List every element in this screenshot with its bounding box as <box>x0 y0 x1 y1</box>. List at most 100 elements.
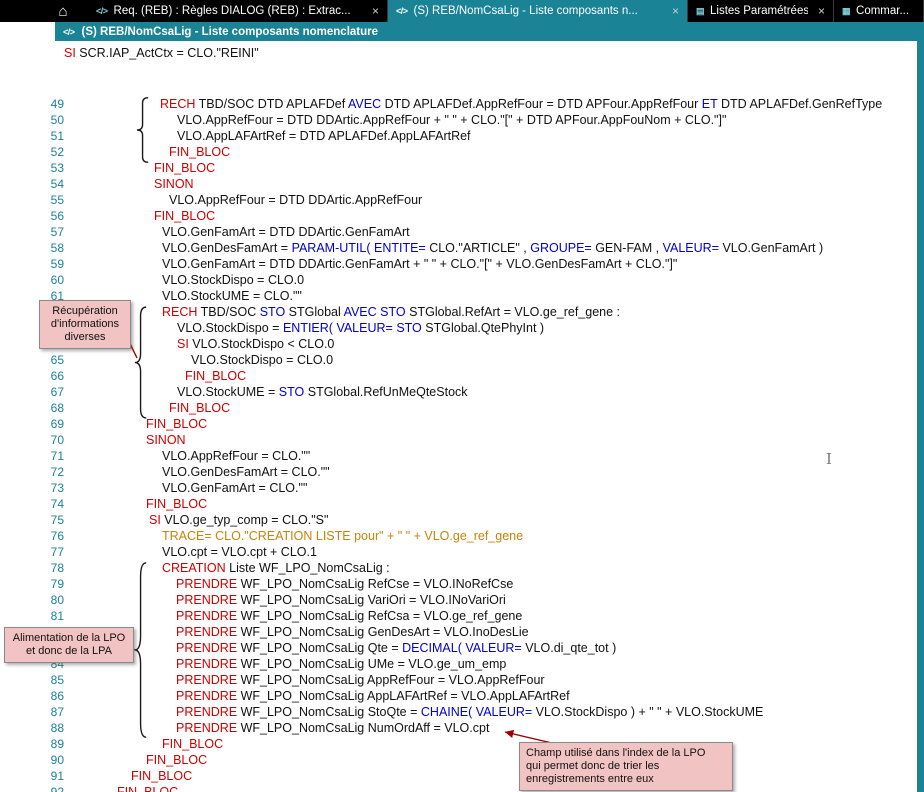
code-token: STO <box>396 321 421 335</box>
code-text[interactable]: PRENDRE WF_LPO_NomCsaLig AppLAFArtRef = … <box>76 688 917 704</box>
code-token: VLO.StockDispo = CLO.0 <box>191 353 333 367</box>
code-text[interactable]: PRENDRE WF_LPO_NomCsaLig UMe = VLO.ge_um… <box>76 656 917 672</box>
code-text[interactable]: PRENDRE WF_LPO_NomCsaLig NumOrdAff = VLO… <box>76 720 917 736</box>
code-text[interactable]: FIN_BLOC <box>76 416 917 432</box>
code-text[interactable]: SI VLO.StockDispo < CLO.0 <box>76 336 917 352</box>
code-text[interactable]: PRENDRE WF_LPO_NomCsaLig RefCse = VLO.IN… <box>76 576 917 592</box>
code-text[interactable]: VLO.GenDesFamArt = CLO."" <box>76 464 917 480</box>
code-text[interactable]: FIN_BLOC <box>76 208 917 224</box>
code-token: DTD APLAFDef.GenRefType <box>718 97 883 111</box>
line-number: 87 <box>0 704 76 720</box>
code-text[interactable]: VLO.AppRefFour = DTD DDArtic.AppRefFour … <box>76 112 917 128</box>
code-token: FIN_BLOC <box>146 753 207 767</box>
code-text[interactable]: FIN_BLOC <box>76 752 917 768</box>
code-text[interactable]: RECH TBD/SOC DTD APLAFDef AVEC DTD APLAF… <box>76 96 917 112</box>
line-number: 58 <box>0 240 76 256</box>
code-token: DECIMAL( <box>402 641 462 655</box>
line-number: 92 <box>0 784 76 792</box>
code-token: WF_LPO_NomCsaLig RefCse = VLO.INoRefCse <box>237 577 513 591</box>
code-text[interactable]: CREATION Liste WF_LPO_NomCsaLig : <box>76 560 917 576</box>
code-token: VLO.StockDispo < CLO.0 <box>189 337 335 351</box>
code-text[interactable]: PRENDRE WF_LPO_NomCsaLig Qte = DECIMAL( … <box>76 640 917 656</box>
code-text[interactable]: FIN_BLOC <box>76 368 917 384</box>
code-token: VLO.GenFamArt ) <box>719 241 823 255</box>
close-icon[interactable]: × <box>814 4 825 18</box>
code-text[interactable]: VLO.StockUME = STO STGlobal.RefUnMeQteSt… <box>76 384 917 400</box>
code-text[interactable]: PRENDRE WF_LPO_NomCsaLig StoQte = CHAINE… <box>76 704 917 720</box>
close-icon[interactable]: × <box>368 4 379 18</box>
code-text[interactable]: VLO.StockDispo = CLO.0 <box>76 352 917 368</box>
code-text[interactable]: FIN_BLOC <box>76 768 917 784</box>
code-line: 57VLO.GenFamArt = DTD DDArtic.GenFamArt <box>0 224 917 240</box>
code-text[interactable]: SI VLO.ge_typ_comp = CLO."S" <box>76 512 917 528</box>
code-text[interactable]: PRENDRE WF_LPO_NomCsaLig RefCsa = VLO.ge… <box>76 608 917 624</box>
code-token: PRENDRE <box>176 657 237 671</box>
code-text[interactable]: SINON <box>76 176 917 192</box>
code-text[interactable]: VLO.StockDispo = ENTIER( VALEUR= STO STG… <box>76 320 917 336</box>
line-number: 75 <box>0 512 76 528</box>
code-token: WF_LPO_NomCsaLig Qte = <box>237 641 402 655</box>
code-text[interactable]: VLO.cpt = VLO.cpt + CLO.1 <box>76 544 917 560</box>
code-line: 64SI VLO.StockDispo < CLO.0 <box>0 336 917 352</box>
code-token: VLO.AppRefFour = DTD DDArtic.AppRefFour … <box>177 113 726 127</box>
code-text[interactable]: VLO.AppRefFour = DTD DDArtic.AppRefFour <box>76 192 917 208</box>
code-text[interactable]: SINON <box>76 432 917 448</box>
code-token: WF_LPO_NomCsaLig StoQte = <box>237 705 421 719</box>
line-number: 59 <box>0 256 76 272</box>
code-text[interactable]: FIN_BLOC <box>76 160 917 176</box>
tab-listes-parametrees[interactable]: ▤Listes Paramétrées× <box>688 0 834 22</box>
code-line: 70SINON <box>0 432 917 448</box>
editor-title-bar: </> (S) REB/NomCsaLig - Liste composants… <box>55 22 924 41</box>
code-text[interactable]: FIN_BLOC <box>76 144 917 160</box>
tab-reb-nomcsalig[interactable]: </>(S) REB/NomCsaLig - Liste composants … <box>388 0 688 22</box>
code-line: 67VLO.StockUME = STO STGlobal.RefUnMeQte… <box>0 384 917 400</box>
code-text[interactable]: VLO.GenDesFamArt = PARAM-UTIL( ENTITE= C… <box>76 240 917 256</box>
right-edge-strip <box>917 22 924 792</box>
code-line: 61VLO.StockUME = CLO."" <box>0 288 917 304</box>
code-token: TBD/SOC DTD APLAFDef <box>195 97 348 111</box>
code-text[interactable]: PRENDRE WF_LPO_NomCsaLig AppRefFour = VL… <box>76 672 917 688</box>
line-number: 90 <box>0 752 76 768</box>
code-text[interactable]: VLO.AppLAFArtRef = DTD APLAFDef.AppLAFAr… <box>76 128 917 144</box>
code-text[interactable]: PRENDRE WF_LPO_NomCsaLig GenDesArt = VLO… <box>76 624 917 640</box>
close-icon[interactable]: × <box>668 4 679 18</box>
code-line: 50VLO.AppRefFour = DTD DDArtic.AppRefFou… <box>0 112 917 128</box>
code-text[interactable]: VLO.GenFamArt = DTD DDArtic.GenFamArt <box>76 224 917 240</box>
code-token: FIN_BLOC <box>169 401 230 415</box>
home-button[interactable]: ⌂ <box>46 0 80 22</box>
code-text[interactable]: PRENDRE WF_LPO_NomCsaLig VariOri = VLO.I… <box>76 592 917 608</box>
code-token: PRENDRE <box>176 593 237 607</box>
code-token: STGlobal.RefArt = VLO.ge_ref_gene : <box>406 305 620 319</box>
code-line: 89FIN_BLOC <box>0 736 917 752</box>
code-token: VLO.AppLAFArtRef = DTD APLAFDef.AppLAFAr… <box>177 129 471 143</box>
header-code-line[interactable]: SI SCR.IAP_ActCtx = CLO."REINI" <box>64 45 259 61</box>
code-text[interactable]: FIN_BLOC <box>76 736 917 752</box>
code-line: 73VLO.GenFamArt = CLO."" <box>0 480 917 496</box>
tab-req-reb-regles-dialog[interactable]: </>Req. (REB) : Règles DIALOG (REB) : Ex… <box>88 0 388 22</box>
code-line: 58VLO.GenDesFamArt = PARAM-UTIL( ENTITE=… <box>0 240 917 256</box>
code-text[interactable]: VLO.StockDispo = CLO.0 <box>76 272 917 288</box>
code-text[interactable]: VLO.GenFamArt = CLO."" <box>76 480 917 496</box>
code-token: SINON <box>146 433 186 447</box>
code-area[interactable]: 49RECH TBD/SOC DTD APLAFDef AVEC DTD APL… <box>0 96 917 792</box>
code-text[interactable]: FIN_BLOC <box>76 496 917 512</box>
code-token: VLO.StockUME = CLO."" <box>162 289 302 303</box>
callout-line: et donc de la LPA <box>8 645 130 658</box>
code-line: 76TRACE= CLO."CREATION LISTE pour" + " "… <box>0 528 917 544</box>
code-text[interactable]: VLO.AppRefFour = CLO."" <box>76 448 917 464</box>
code-token: VLO.GenFamArt = DTD DDArtic.GenFamArt <box>162 225 410 239</box>
tab-label: Listes Paramétrées <box>710 5 808 17</box>
code-text[interactable]: VLO.GenFamArt = DTD DDArtic.GenFamArt + … <box>76 256 917 272</box>
code-text[interactable]: RECH TBD/SOC STO STGlobal AVEC STO STGlo… <box>76 304 917 320</box>
code-text[interactable]: FIN_BLOC <box>76 784 917 792</box>
tab-commandes[interactable]: ▦Commar... <box>834 0 924 22</box>
code-token: WF_LPO_NomCsaLig GenDesArt = VLO.InoDesL… <box>237 625 528 639</box>
code-token: RECH <box>160 97 195 111</box>
code-text[interactable]: TRACE= CLO."CREATION LISTE pour" + " " +… <box>76 528 917 544</box>
code-text[interactable]: FIN_BLOC <box>76 400 917 416</box>
code-token: VLO.StockUME = <box>177 385 279 399</box>
code-line: 51VLO.AppLAFArtRef = DTD APLAFDef.AppLAF… <box>0 128 917 144</box>
code-line: 68FIN_BLOC <box>0 400 917 416</box>
code-line: 86PRENDRE WF_LPO_NomCsaLig AppLAFArtRef … <box>0 688 917 704</box>
code-text[interactable]: VLO.StockUME = CLO."" <box>76 288 917 304</box>
